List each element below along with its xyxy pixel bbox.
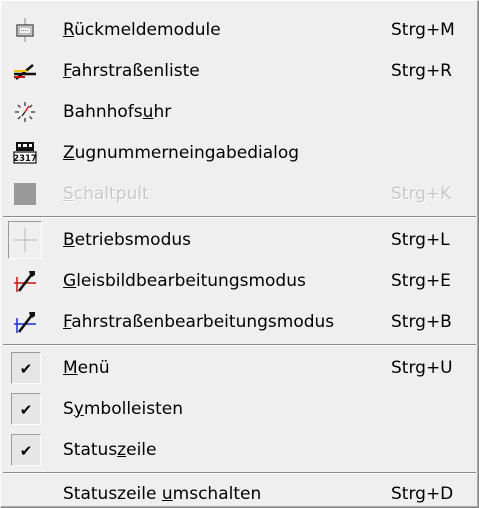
- menu-item-label: Statuszeile: [63, 440, 157, 460]
- checkbox: ✔: [11, 393, 41, 425]
- shortcut-label: Strg+E: [391, 271, 451, 291]
- checkmark-icon: ✔: [19, 401, 33, 419]
- menu-item-label: Fahrstraßenbearbeitungsmodus: [63, 312, 335, 332]
- menu-item-label: Schaltpult: [63, 184, 149, 204]
- menu-item-label: Bahnhofsuhr: [63, 102, 172, 122]
- menu-item-label: Menü: [63, 358, 110, 378]
- shortcut-label: Strg+L: [391, 230, 450, 250]
- shortcut-label: Strg+D: [391, 484, 454, 504]
- menu-item-label: Betriebsmodus: [63, 230, 191, 250]
- view-menu: Rückmeldemodule Strg+M Fahrstraßenliste …: [0, 0, 479, 508]
- train-number-icon: 2317: [13, 141, 37, 165]
- checkmark-icon: ✔: [19, 360, 33, 378]
- shortcut-label: Strg+M: [391, 20, 455, 40]
- menu-item-label: Symbolleisten: [63, 399, 183, 419]
- menu-item-fahrstrassenliste[interactable]: Fahrstraßenliste Strg+R: [3, 51, 476, 92]
- menu-item-schaltpult: Schaltpult Strg+K: [3, 174, 476, 215]
- menu-item-label: Statuszeile umschalten: [63, 484, 262, 504]
- shortcut-label: Strg+B: [391, 312, 452, 332]
- menu-item-rueckmeldemodule[interactable]: Rückmeldemodule Strg+M: [3, 10, 476, 51]
- svg-text:2317: 2317: [13, 154, 37, 164]
- checkbox: ✔: [11, 434, 41, 466]
- menu-item-label: Gleisbildbearbeitungsmodus: [63, 271, 306, 291]
- menu-separator: [3, 216, 476, 218]
- shortcut-label: Strg+K: [391, 184, 452, 204]
- track-edit-mode-icon: [13, 269, 37, 293]
- station-clock-icon: [13, 100, 37, 124]
- menu-item-menue[interactable]: ✔ Menü Strg+U: [3, 348, 476, 389]
- menu-item-gleisbildbearbeitungsmodus[interactable]: Gleisbildbearbeitungsmodus Strg+E: [3, 261, 476, 302]
- checkmark-icon: ✔: [19, 442, 33, 460]
- control-panel-icon: [13, 182, 37, 206]
- menu-item-symbolleisten[interactable]: ✔ Symbolleisten: [3, 389, 476, 430]
- menu-item-bahnhofsuhr[interactable]: Bahnhofsuhr: [3, 92, 476, 133]
- menu-item-label: Fahrstraßenliste: [63, 61, 200, 81]
- menu-item-zugnummerneingabedialog[interactable]: 2317 Zugnummerneingabedialog: [3, 133, 476, 174]
- menu-item-betriebsmodus[interactable]: Betriebsmodus Strg+L: [3, 220, 476, 261]
- menu-item-fahrstrassenbearbeitungsmodus[interactable]: Fahrstraßenbearbeitungsmodus Strg+B: [3, 302, 476, 343]
- menu-item-statuszeile-umschalten[interactable]: Statuszeile umschalten Strg+D: [3, 465, 476, 506]
- shortcut-label: Strg+R: [391, 61, 452, 81]
- menu-item-label: Rückmeldemodule: [63, 20, 221, 40]
- shortcut-label: Strg+U: [391, 358, 453, 378]
- route-list-icon: [13, 59, 37, 83]
- menu-separator: [3, 344, 476, 346]
- operation-mode-icon: [13, 228, 37, 252]
- feedback-module-icon: [13, 18, 37, 42]
- checkbox: ✔: [11, 352, 41, 384]
- menu-item-label: Zugnummerneingabedialog: [63, 143, 300, 163]
- route-edit-mode-icon: [13, 310, 37, 334]
